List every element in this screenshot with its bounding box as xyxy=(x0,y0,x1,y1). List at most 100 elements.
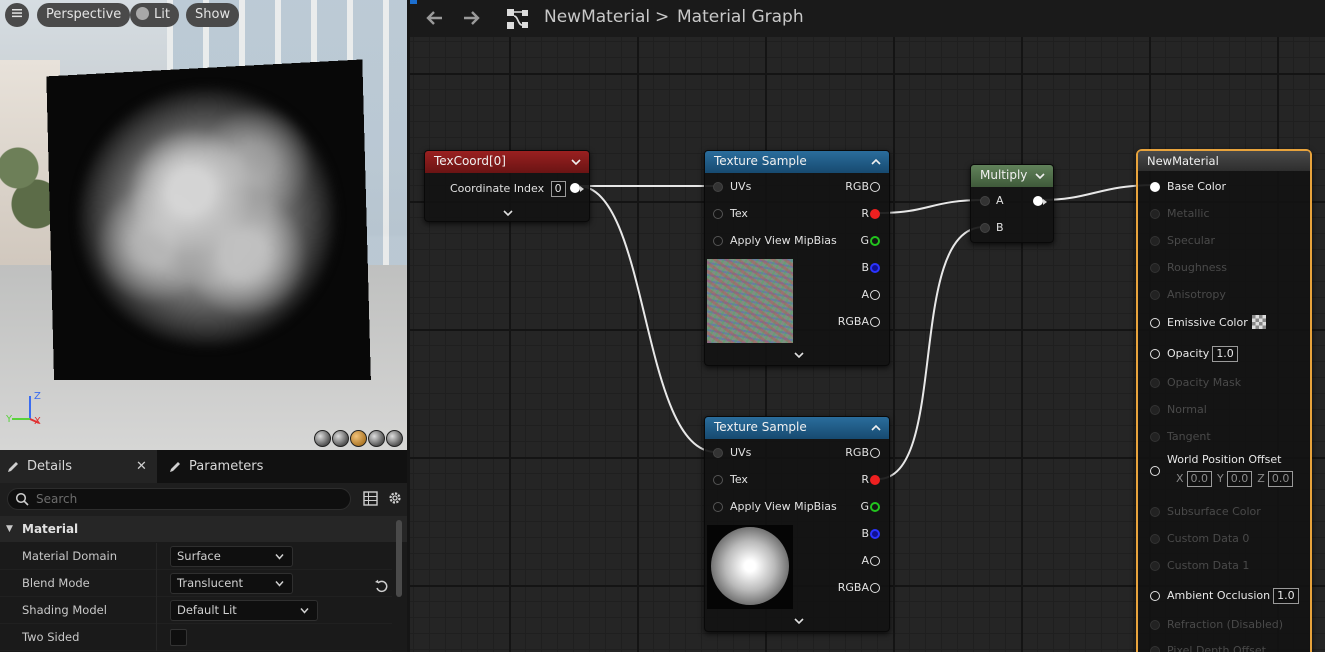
chevron-up-icon[interactable] xyxy=(871,423,881,433)
world-position-offset-pin-row: World Position Offset X 0.0 Y 0.0 Z 0.0 xyxy=(1138,453,1308,489)
tab-parameters[interactable]: Parameters xyxy=(160,450,310,483)
mipbias-input-pin[interactable] xyxy=(713,236,723,246)
refraction-pin[interactable] xyxy=(1150,620,1160,630)
pin-label: A xyxy=(996,194,1004,207)
multiply-a-pin[interactable] xyxy=(980,196,990,206)
texture-sample-node-1[interactable]: Texture Sample UVs Tex Apply View MipBia… xyxy=(704,150,890,366)
pin-label: RGBA xyxy=(837,315,869,328)
uvs-input-pin[interactable] xyxy=(713,182,723,192)
texture-sample-node-2[interactable]: Texture Sample UVs Tex Apply View MipBia… xyxy=(704,416,890,632)
specular-pin[interactable] xyxy=(1150,236,1160,246)
chevron-down-icon[interactable] xyxy=(571,157,581,167)
two-sided-checkbox[interactable] xyxy=(170,629,187,646)
roughness-pin[interactable] xyxy=(1150,263,1160,273)
shading-model-dropdown[interactable]: Default Lit xyxy=(170,600,318,621)
rgb-output-pin[interactable] xyxy=(870,448,880,458)
r-output-row: R xyxy=(861,204,869,224)
multiply-b-pin[interactable] xyxy=(980,223,990,233)
a-output-pin[interactable] xyxy=(870,290,880,300)
lit-mode-button[interactable]: Lit xyxy=(130,3,179,27)
subsurface-color-pin[interactable] xyxy=(1150,507,1160,517)
metallic-pin[interactable] xyxy=(1150,209,1160,219)
a-output-pin[interactable] xyxy=(870,556,880,566)
expand-chevron-icon[interactable] xyxy=(503,210,513,217)
back-arrow-icon[interactable] xyxy=(424,8,444,28)
plane-preview-icon[interactable] xyxy=(350,430,367,447)
emissive-color-pin-row: Emissive Color xyxy=(1138,312,1308,334)
opacity-mask-pin[interactable] xyxy=(1150,378,1160,388)
r-output-pin[interactable] xyxy=(870,475,880,485)
world-position-offset-pin[interactable] xyxy=(1150,466,1160,476)
ambient-occlusion-value-input[interactable]: 1.0 xyxy=(1273,588,1299,604)
tex-input-pin[interactable] xyxy=(713,475,723,485)
tab-details[interactable]: Details ✕ xyxy=(0,450,157,483)
breadcrumb-graph[interactable]: Material Graph xyxy=(677,7,804,27)
pixel-depth-offset-pin[interactable] xyxy=(1150,646,1160,652)
viewport-menu-button[interactable] xyxy=(5,3,29,27)
custom-mesh-preview-icon[interactable] xyxy=(386,430,403,447)
wpo-z-input[interactable]: 0.0 xyxy=(1267,471,1294,487)
base-color-pin[interactable] xyxy=(1150,182,1160,192)
coordinate-index-input[interactable]: 0 xyxy=(550,181,566,197)
emissive-color-pin[interactable] xyxy=(1150,318,1160,328)
anisotropy-pin[interactable] xyxy=(1150,290,1160,300)
close-tab-icon[interactable]: ✕ xyxy=(136,450,147,483)
g-output-pin[interactable] xyxy=(870,236,880,246)
show-button[interactable]: Show xyxy=(186,3,240,27)
reset-to-default-icon[interactable] xyxy=(374,579,388,593)
pin-label: Opacity xyxy=(1167,347,1210,360)
breadcrumb-asset[interactable]: NewMaterial xyxy=(544,7,650,27)
sphere-preview-icon[interactable] xyxy=(332,430,349,447)
custom-data-1-pin[interactable] xyxy=(1150,561,1160,571)
pixel-depth-offset-pin-row: Pixel Depth Offset xyxy=(1138,640,1308,652)
uvs-input-pin[interactable] xyxy=(713,448,723,458)
cube-preview-icon[interactable] xyxy=(368,430,385,447)
normal-pin[interactable] xyxy=(1150,405,1160,415)
result-node-header[interactable]: NewMaterial xyxy=(1138,151,1310,171)
custom-data-0-pin[interactable] xyxy=(1150,534,1160,544)
rgb-output-pin[interactable] xyxy=(870,182,880,192)
opacity-value-input[interactable]: 1.0 xyxy=(1212,346,1238,362)
cylinder-preview-icon[interactable] xyxy=(314,430,331,447)
chevron-up-icon[interactable] xyxy=(871,157,881,167)
perspective-button[interactable]: Perspective xyxy=(37,3,131,27)
g-output-pin[interactable] xyxy=(870,502,880,512)
gear-icon[interactable] xyxy=(387,490,403,506)
material-preview-viewport[interactable]: Perspective Lit Show Z Y X xyxy=(0,0,407,450)
blend-mode-dropdown[interactable]: Translucent xyxy=(170,573,293,594)
opacity-pin[interactable] xyxy=(1150,349,1160,359)
wpo-y-input[interactable]: 0.0 xyxy=(1226,471,1253,487)
texcoord-output-pin[interactable] xyxy=(570,183,580,193)
texture-sample-header[interactable]: Texture Sample xyxy=(705,151,889,173)
material-result-node[interactable]: NewMaterial Base Color Metallic Specular… xyxy=(1136,149,1312,652)
material-domain-dropdown[interactable]: Surface xyxy=(170,546,293,567)
hamburger-icon xyxy=(12,9,22,18)
rgba-output-pin[interactable] xyxy=(870,317,880,327)
multiply-node[interactable]: Multiply A B xyxy=(970,164,1054,243)
search-input[interactable]: Search xyxy=(7,488,351,510)
tangent-pin[interactable] xyxy=(1150,432,1160,442)
table-view-icon[interactable] xyxy=(363,491,378,506)
multiply-output-pin[interactable] xyxy=(1033,196,1043,206)
color-swatch-icon[interactable] xyxy=(1251,315,1266,329)
r-output-pin[interactable] xyxy=(870,209,880,219)
coordinate-index-pin: Coordinate Index 0 xyxy=(450,179,566,199)
pin-label: Anisotropy xyxy=(1167,288,1226,301)
texture-sample-header[interactable]: Texture Sample xyxy=(705,417,889,439)
texcoord-node[interactable]: TexCoord[0] Coordinate Index 0 xyxy=(424,150,590,222)
b-output-pin[interactable] xyxy=(870,263,880,273)
collapse-chevron-icon[interactable] xyxy=(794,618,804,625)
category-material[interactable]: ▼ Material xyxy=(0,516,407,542)
multiply-node-header[interactable]: Multiply xyxy=(971,165,1053,187)
collapse-chevron-icon[interactable] xyxy=(794,352,804,359)
rgba-output-pin[interactable] xyxy=(870,583,880,593)
chevron-down-icon[interactable] xyxy=(1035,171,1045,181)
mipbias-input-pin[interactable] xyxy=(713,502,723,512)
ambient-occlusion-pin[interactable] xyxy=(1150,591,1160,601)
texcoord-node-header[interactable]: TexCoord[0] xyxy=(425,151,589,173)
tex-input-pin[interactable] xyxy=(713,209,723,219)
b-output-pin[interactable] xyxy=(870,529,880,539)
forward-arrow-icon[interactable] xyxy=(462,8,482,28)
wpo-x-input[interactable]: 0.0 xyxy=(1186,471,1213,487)
details-scrollbar[interactable] xyxy=(396,520,402,597)
